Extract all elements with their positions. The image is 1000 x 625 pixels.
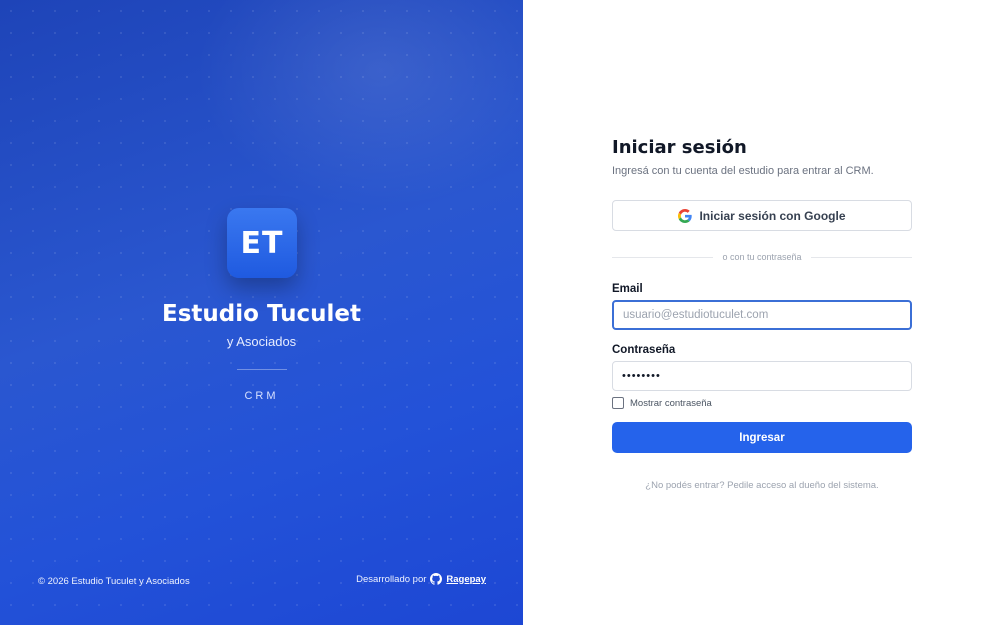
developed-by-label: Desarrollado por <box>356 573 427 585</box>
github-icon <box>430 573 443 585</box>
email-label: Email <box>612 283 643 295</box>
show-password-checkbox[interactable] <box>612 397 624 409</box>
help-text: ¿No podés entrar? Pedile acceso al dueño… <box>645 480 879 491</box>
google-signin-button[interactable]: Iniciar sesión con Google <box>612 200 912 231</box>
brand-name: Estudio Tuculet <box>162 301 361 327</box>
divider-line-left <box>612 256 714 258</box>
divider-line-right <box>810 256 912 258</box>
brand-subtitle: y Asociados <box>226 334 297 349</box>
divider-text: o con tu contraseña <box>722 252 802 262</box>
password-label: Contraseña <box>612 344 676 356</box>
page-subtitle: Ingresá con tu cuenta del estudio para e… <box>612 165 874 177</box>
show-password-row[interactable]: Mostrar contraseña <box>612 397 712 409</box>
show-password-label[interactable]: Mostrar contraseña <box>630 398 712 409</box>
password-field[interactable] <box>612 361 912 391</box>
submit-button[interactable]: Ingresar <box>612 422 912 453</box>
brand-panel: ET Estudio Tuculet y Asociados CRM © 202… <box>0 0 523 625</box>
google-button-label: Iniciar sesión con Google <box>699 208 846 223</box>
brand-tag: CRM <box>244 390 279 402</box>
or-divider: o con tu contraseña <box>612 251 912 263</box>
copyright-text: © 2026 Estudio Tuculet y Asociados <box>38 576 190 587</box>
email-field[interactable] <box>612 300 912 330</box>
developer-credit: Desarrollado por Ragepay <box>356 573 486 585</box>
brand-divider <box>237 369 287 370</box>
developer-link[interactable]: Ragepay <box>446 574 486 585</box>
google-icon <box>678 208 693 223</box>
page-title: Iniciar sesión <box>612 137 747 158</box>
panel-glow <box>180 0 523 220</box>
logo: ET <box>227 208 297 278</box>
